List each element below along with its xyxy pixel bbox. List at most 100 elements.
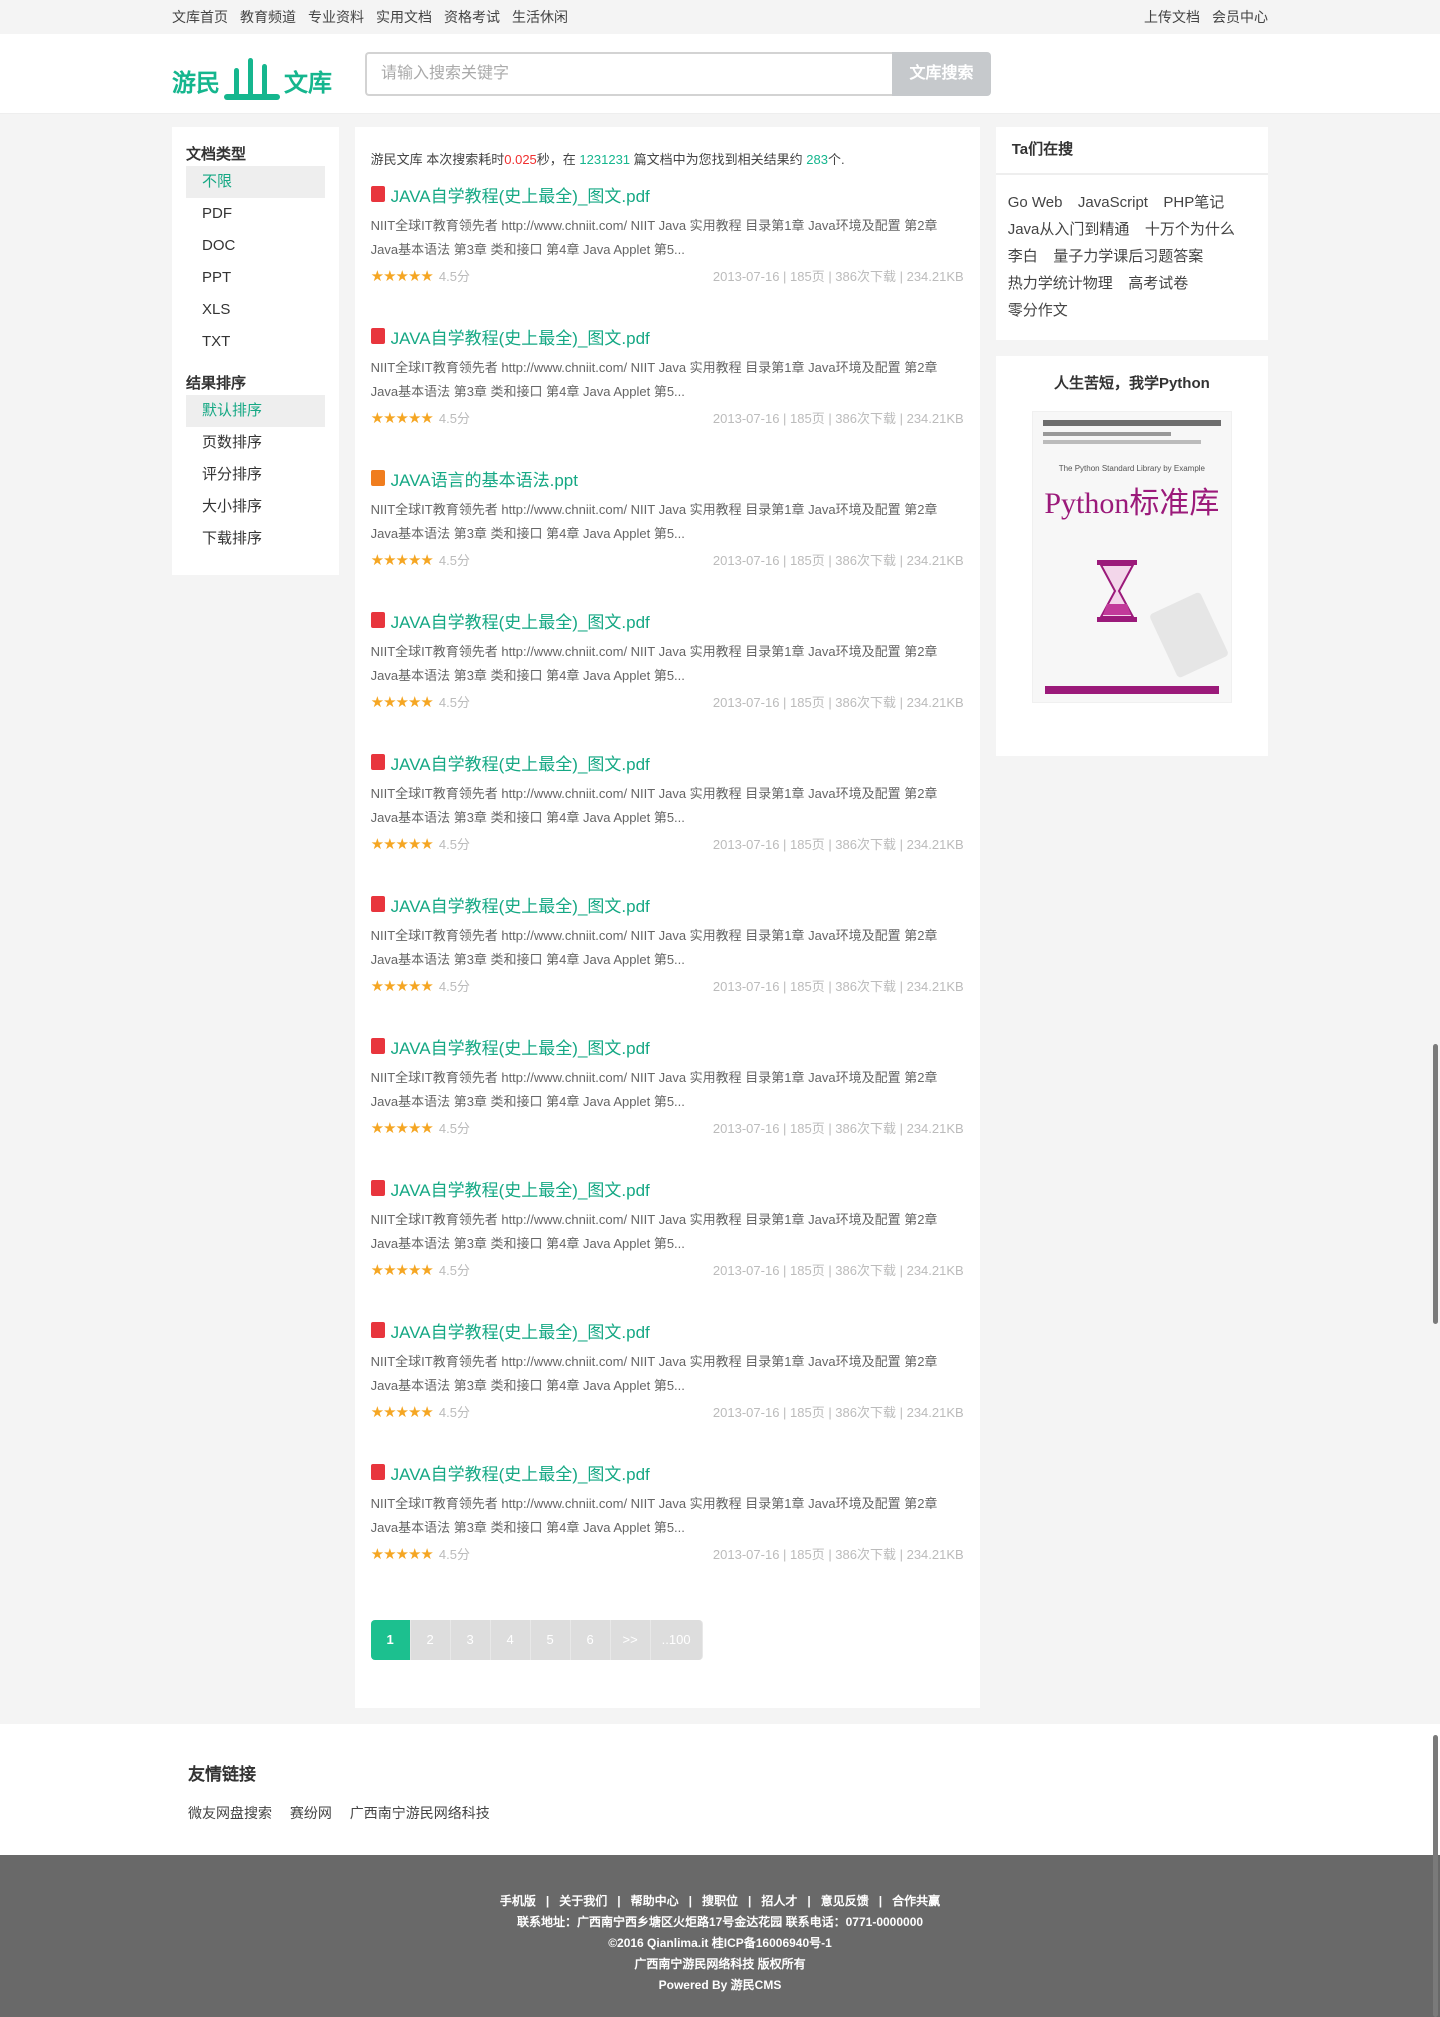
hot-tag[interactable]: 李白 <box>1008 248 1038 265</box>
book-cover-subtitle: The Python Standard Library by Example <box>1058 464 1206 473</box>
scrollbar-thumb[interactable] <box>1433 1044 1438 1324</box>
page-5-button[interactable]: 5 <box>530 1620 571 1660</box>
result-meta: ★★★★★ 4.5分 2013-07-16 | 185页 | 386次下载 | 23… <box>371 1402 964 1421</box>
nav-home-link[interactable]: 文库首页 <box>172 9 228 25</box>
friend-link[interactable]: 微友网盘搜索 <box>188 1805 272 1821</box>
friend-link[interactable]: 广西南宁游民网络科技 <box>350 1805 490 1821</box>
nav-professional-link[interactable]: 专业资料 <box>308 9 364 25</box>
rating-score: 4.5分 <box>438 553 470 568</box>
result-info: 2013-07-16 | 185页 | 386次下载 | 234.21KB <box>712 695 964 710</box>
result-info: 2013-07-16 | 185页 | 386次下载 | 234.21KB <box>712 837 964 852</box>
page-6-button[interactable]: 6 <box>570 1620 611 1660</box>
search-button[interactable]: 文库搜索 <box>892 52 991 96</box>
top-nav: 文库首页 教育频道 专业资料 实用文档 资格考试 生活休闲 上传文档 会员中心 <box>0 0 1440 34</box>
search-input[interactable]: 请输入搜索关键字 <box>365 52 892 96</box>
footer-link[interactable]: 意见反馈 <box>821 1894 869 1908</box>
hot-tag[interactable]: 十万个为什么 <box>1145 221 1235 238</box>
hot-tag[interactable]: 零分作文 <box>1008 302 1068 319</box>
filter-type-doc[interactable]: DOC <box>186 230 325 262</box>
rating-score: 4.5分 <box>438 979 470 994</box>
rating-stars-icon: ★★★★★ <box>370 1403 434 1421</box>
footer-powered: Powered By 游民CMS <box>658 1978 782 1992</box>
hot-tag[interactable]: PHP笔记 <box>1163 194 1224 211</box>
nav-education-link[interactable]: 教育频道 <box>240 9 296 25</box>
nav-exam-link[interactable]: 资格考试 <box>444 9 500 25</box>
page-3-button[interactable]: 3 <box>450 1620 491 1660</box>
next-page-button[interactable]: >> <box>610 1620 651 1660</box>
result-title-row: JAVA自学教程(史上最全)_图文.pdf <box>370 1176 964 1201</box>
pdf-file-icon <box>370 1322 385 1338</box>
result-title-link[interactable]: JAVA自学教程(史上最全)_图文.pdf <box>391 750 650 775</box>
result-title-link[interactable]: JAVA自学教程(史上最全)_图文.pdf <box>391 1176 650 1201</box>
sort-size[interactable]: 大小排序 <box>186 491 325 523</box>
footer-link[interactable]: 手机版 <box>500 1894 536 1908</box>
footer-link[interactable]: 搜职位 <box>702 1894 738 1908</box>
result-title-link[interactable]: JAVA自学教程(史上最全)_图文.pdf <box>391 1034 650 1059</box>
result-title-link[interactable]: JAVA自学教程(史上最全)_图文.pdf <box>391 608 650 633</box>
hot-tag[interactable]: Java从入门到精通 <box>1008 221 1130 238</box>
result-info: 2013-07-16 | 185页 | 386次下载 | 234.21KB <box>712 1405 964 1420</box>
friend-link[interactable]: 赛纷网 <box>290 1805 332 1821</box>
rating: ★★★★★ 4.5分 <box>371 834 470 853</box>
hot-tag[interactable]: Go Web <box>1008 194 1063 211</box>
result-title-link[interactable]: JAVA自学教程(史上最全)_图文.pdf <box>391 324 650 349</box>
sort-default[interactable]: 默认排序 <box>186 395 325 427</box>
rating-score: 4.5分 <box>438 411 470 426</box>
filter-type-all[interactable]: 不限 <box>186 166 325 198</box>
site-logo[interactable]: 游民 文库 <box>172 44 357 104</box>
book-promo[interactable]: 人生苦短，我学Python The Python Standard Librar… <box>995 356 1268 756</box>
rating-score: 4.5分 <box>438 695 470 710</box>
sort-pages[interactable]: 页数排序 <box>186 427 325 459</box>
filter-type-txt[interactable]: TXT <box>186 326 325 358</box>
book-cover-title: Python标准库 <box>1044 487 1220 520</box>
result-description: NIIT全球IT教育领先者 http://www.chniit.com/ NII… <box>370 928 938 967</box>
result-info: 2013-07-16 | 185页 | 386次下载 | 234.21KB <box>712 269 964 284</box>
result-item: JAVA自学教程(史上最全)_图文.pdf NIIT全球IT教育领先者 http:… <box>370 324 964 466</box>
page-1-button[interactable]: 1 <box>370 1620 411 1660</box>
rating-stars-icon: ★★★★★ <box>370 409 434 427</box>
results-panel: 游民文库 本次搜索耗时0.025秒，在 1231231 篇文档中为您找到相关结果… <box>354 127 980 1708</box>
filter-type-ppt[interactable]: PPT <box>186 262 325 294</box>
result-meta: ★★★★★ 4.5分 2013-07-16 | 185页 | 386次下载 | 23… <box>371 1260 964 1279</box>
result-title-link[interactable]: JAVA语言的基本语法.ppt <box>391 466 578 491</box>
result-title-link[interactable]: JAVA自学教程(史上最全)_图文.pdf <box>391 1318 650 1343</box>
result-description: NIIT全球IT教育领先者 http://www.chniit.com/ NII… <box>370 786 938 825</box>
member-center-link[interactable]: 会员中心 <box>1212 9 1268 25</box>
footer-link[interactable]: 帮助中心 <box>631 1894 679 1908</box>
result-title-row: JAVA自学教程(史上最全)_图文.pdf <box>370 608 964 633</box>
footer-link[interactable]: 关于我们 <box>559 1894 607 1908</box>
result-item: JAVA语言的基本语法.ppt NIIT全球IT教育领先者 http://www.… <box>370 466 964 608</box>
summary-prefix: 游民文库 本次搜索耗时 <box>370 152 505 167</box>
rating-stars-icon: ★★★★★ <box>370 267 434 285</box>
pdf-file-icon <box>370 896 385 912</box>
last-page-button[interactable]: ..100 <box>650 1620 703 1660</box>
filter-type-pdf[interactable]: PDF <box>186 198 325 230</box>
hot-tag[interactable]: 热力学统计物理 <box>1008 275 1113 292</box>
hot-tag[interactable]: 高考试卷 <box>1128 275 1188 292</box>
scrollbar-thumb-lower[interactable] <box>1433 1735 1438 2017</box>
sort-downloads[interactable]: 下载排序 <box>186 523 325 555</box>
result-title-link[interactable]: JAVA自学教程(史上最全)_图文.pdf <box>391 1460 650 1485</box>
rating: ★★★★★ 4.5分 <box>371 266 470 285</box>
rating-stars-icon: ★★★★★ <box>370 1261 434 1279</box>
hot-tags: Go Web JavaScript PHP笔记 Java从入门到精通 十万个为什… <box>996 175 1268 340</box>
sort-rating[interactable]: 评分排序 <box>186 459 325 491</box>
footer-address: 联系地址：广西南宁西乡塘区火炬路17号金达花园 联系电话：0771-000000… <box>516 1915 924 1929</box>
hot-tag[interactable]: JavaScript <box>1078 194 1148 211</box>
result-title-link[interactable]: JAVA自学教程(史上最全)_图文.pdf <box>391 892 650 917</box>
top-nav-left: 文库首页 教育频道 专业资料 实用文档 资格考试 生活休闲 <box>172 7 580 27</box>
page-2-button[interactable]: 2 <box>410 1620 451 1660</box>
nav-practical-link[interactable]: 实用文档 <box>376 9 432 25</box>
result-count: 283 <box>806 152 828 167</box>
nav-life-link[interactable]: 生活休闲 <box>512 9 568 25</box>
rating-stars-icon: ★★★★★ <box>370 551 434 569</box>
book-cover-image[interactable]: The Python Standard Library by Example P… <box>1031 411 1232 703</box>
page-4-button[interactable]: 4 <box>490 1620 531 1660</box>
hot-tag[interactable]: 量子力学课后习题答案 <box>1053 248 1203 265</box>
footer-link[interactable]: 合作共赢 <box>892 1894 940 1908</box>
upload-link[interactable]: 上传文档 <box>1144 9 1200 25</box>
footer-link[interactable]: 招人才 <box>761 1894 797 1908</box>
sort-heading: 结果排序 <box>186 375 247 392</box>
filter-type-xls[interactable]: XLS <box>186 294 325 326</box>
result-title-link[interactable]: JAVA自学教程(史上最全)_图文.pdf <box>391 182 650 207</box>
